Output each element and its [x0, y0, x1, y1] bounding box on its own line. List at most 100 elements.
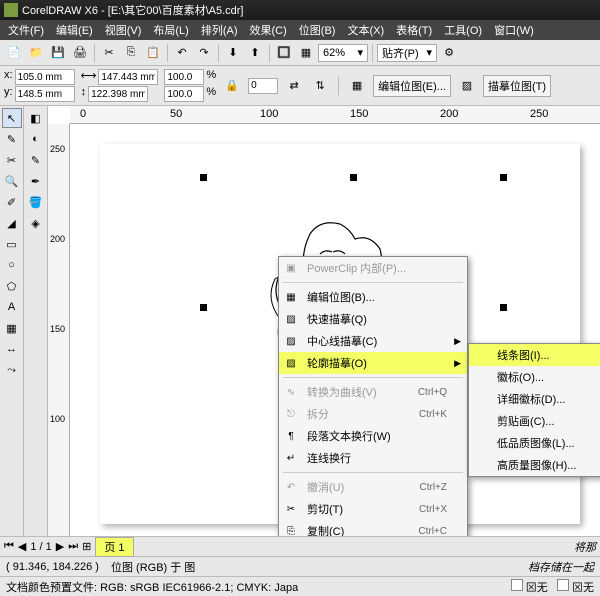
freehand-tool-icon[interactable]: ✐ — [2, 192, 22, 212]
sx-input[interactable] — [164, 69, 204, 85]
app-icon[interactable]: 🔲 — [274, 43, 294, 63]
fill-swatch[interactable] — [511, 579, 523, 591]
edit-bitmap-btn[interactable]: 编辑位图(E)... — [373, 75, 451, 97]
selection-handle[interactable] — [500, 304, 507, 311]
x-input[interactable] — [15, 69, 75, 85]
mirror-h-icon[interactable]: ⇄ — [284, 76, 304, 96]
cm-editbitmap[interactable]: ▦编辑位图(B)... — [279, 286, 467, 308]
cm-curve[interactable]: ∿转换为曲线(V)Ctrl+Q — [279, 381, 467, 403]
cm-quicktrace[interactable]: ▨快速描摹(Q) — [279, 308, 467, 330]
cut-icon[interactable]: ✂ — [99, 43, 119, 63]
toolbox: ↖ ✎ ✂ 🔍 ✐ ◢ ▭ ○ ⬠ A ▦ ↔ ⤳ — [0, 106, 24, 536]
open-icon[interactable]: 📁 — [26, 43, 46, 63]
zoom-tool-icon[interactable]: 🔍 — [2, 171, 22, 191]
sm-detailed[interactable]: 详细徽标(D)... — [469, 388, 600, 410]
menu-window[interactable]: 窗口(W) — [488, 20, 540, 40]
trace-icon[interactable]: ▨ — [457, 76, 477, 96]
eyedropper-tool-icon[interactable]: ✎ — [26, 150, 46, 170]
cm-linebreak[interactable]: ↵连线换行 — [279, 447, 467, 469]
menu-arrange[interactable]: 排列(A) — [195, 20, 244, 40]
shape-tool-icon[interactable]: ✎ — [2, 129, 22, 149]
transparency-tool-icon[interactable]: ◐ — [26, 129, 46, 149]
cm-centerline[interactable]: ▨中心线描摹(C)▶ — [279, 330, 467, 352]
crop-tool-icon[interactable]: ✂ — [2, 150, 22, 170]
rectangle-tool-icon[interactable]: ▭ — [2, 234, 22, 254]
dimension-tool-icon[interactable]: ↔ — [2, 339, 22, 359]
paste-icon[interactable]: 📋 — [143, 43, 163, 63]
page-counter: 1 / 1 — [30, 541, 51, 553]
connector-tool-icon[interactable]: ⤳ — [2, 360, 22, 380]
page-add-icon[interactable]: ⊞ — [82, 540, 91, 553]
selection-handle[interactable] — [200, 304, 207, 311]
page-tab[interactable]: 页 1 — [95, 537, 133, 557]
rotation-input[interactable] — [248, 78, 278, 94]
polygon-tool-icon[interactable]: ⬠ — [2, 276, 22, 296]
sm-lowq[interactable]: 低品质图像(L)... — [469, 432, 600, 454]
welcome-icon[interactable]: ▦ — [296, 43, 316, 63]
cm-copy[interactable]: ⎘复制(C)Ctrl+C — [279, 520, 467, 536]
lock-ratio-icon[interactable]: 🔒 — [222, 76, 242, 96]
undo-icon[interactable]: ↶ — [172, 43, 192, 63]
copy-icon[interactable]: ⎘ — [121, 43, 141, 63]
menu-effects[interactable]: 效果(C) — [244, 20, 293, 40]
menu-tools[interactable]: 工具(O) — [438, 20, 488, 40]
cm-outline-trace[interactable]: ▨轮廓描摹(O)▶ — [279, 352, 467, 374]
cut-icon: ✂ — [283, 501, 299, 517]
menu-layout[interactable]: 布局(L) — [147, 20, 194, 40]
options-icon[interactable]: ⚙ — [439, 43, 459, 63]
blend-tool-icon[interactable]: ◧ — [26, 108, 46, 128]
menu-table[interactable]: 表格(T) — [390, 20, 438, 40]
menu-edit[interactable]: 编辑(E) — [50, 20, 99, 40]
trace-icon: ▨ — [283, 311, 299, 327]
cm-cut[interactable]: ✂剪切(T)Ctrl+X — [279, 498, 467, 520]
selection-handle[interactable] — [350, 174, 357, 181]
outline-swatch[interactable] — [557, 579, 569, 591]
table-tool-icon[interactable]: ▦ — [2, 318, 22, 338]
export-icon[interactable]: ⬆ — [245, 43, 265, 63]
mirror-v-icon[interactable]: ⇅ — [310, 76, 330, 96]
sm-lineart[interactable]: 线条图(I)... — [469, 344, 600, 366]
pick-tool-icon[interactable]: ↖ — [2, 108, 22, 128]
cm-paragraph[interactable]: ¶段落文本换行(W) — [279, 425, 467, 447]
menu-text[interactable]: 文本(X) — [341, 20, 390, 40]
cm-undo[interactable]: ↶撤消(U)Ctrl+Z — [279, 476, 467, 498]
selection-handle[interactable] — [500, 174, 507, 181]
cm-powerclip[interactable]: ▣PowerClip 内部(P)... — [279, 257, 467, 279]
menu-view[interactable]: 视图(V) — [99, 20, 148, 40]
outline-icon: ▨ — [283, 355, 299, 371]
page-next-icon[interactable]: ▶ — [56, 540, 64, 553]
new-icon[interactable]: 📄 — [4, 43, 24, 63]
undo-icon: ↶ — [283, 479, 299, 495]
sy-input[interactable] — [164, 86, 204, 102]
interactive-fill-icon[interactable]: ◈ — [26, 213, 46, 233]
page-last-icon[interactable]: ⏭ — [68, 540, 78, 553]
snap-combo[interactable]: 贴齐(P)▾ — [377, 44, 437, 62]
menu-bitmap[interactable]: 位图(B) — [293, 20, 342, 40]
page-first-icon[interactable]: ⏮ — [4, 540, 14, 553]
print-icon[interactable]: 🖨 — [70, 43, 90, 63]
cm-break[interactable]: ⎋拆分Ctrl+K — [279, 403, 467, 425]
ruler-horizontal[interactable]: 0 50 100 150 200 250 — [70, 106, 600, 124]
fill-tool-icon[interactable]: 🪣 — [26, 192, 46, 212]
sm-logo[interactable]: 徽标(O)... — [469, 366, 600, 388]
sm-highq[interactable]: 高质量图像(H)... — [469, 454, 600, 476]
sm-clipart[interactable]: 剪贴画(C)... — [469, 410, 600, 432]
selection-handle[interactable] — [200, 174, 207, 181]
text-tool-icon[interactable]: A — [2, 297, 22, 317]
menu-file[interactable]: 文件(F) — [2, 20, 50, 40]
ellipse-tool-icon[interactable]: ○ — [2, 255, 22, 275]
redo-icon[interactable]: ↷ — [194, 43, 214, 63]
trace-bitmap-btn[interactable]: 描摹位图(T) — [483, 75, 551, 97]
w-input[interactable] — [98, 69, 158, 85]
bitmap-icon[interactable]: ▦ — [347, 76, 367, 96]
smart-fill-icon[interactable]: ◢ — [2, 213, 22, 233]
page-prev-icon[interactable]: ◀ — [18, 540, 26, 553]
menu-bar[interactable]: 文件(F) 编辑(E) 视图(V) 布局(L) 排列(A) 效果(C) 位图(B… — [0, 20, 600, 40]
zoom-combo[interactable]: 62%▾ — [318, 44, 368, 62]
save-icon[interactable]: 💾 — [48, 43, 68, 63]
h-input[interactable] — [88, 86, 148, 102]
ruler-vertical[interactable]: 250 200 150 100 — [48, 124, 70, 536]
outline-tool-icon[interactable]: ✒ — [26, 171, 46, 191]
y-input[interactable] — [15, 86, 75, 102]
import-icon[interactable]: ⬇ — [223, 43, 243, 63]
